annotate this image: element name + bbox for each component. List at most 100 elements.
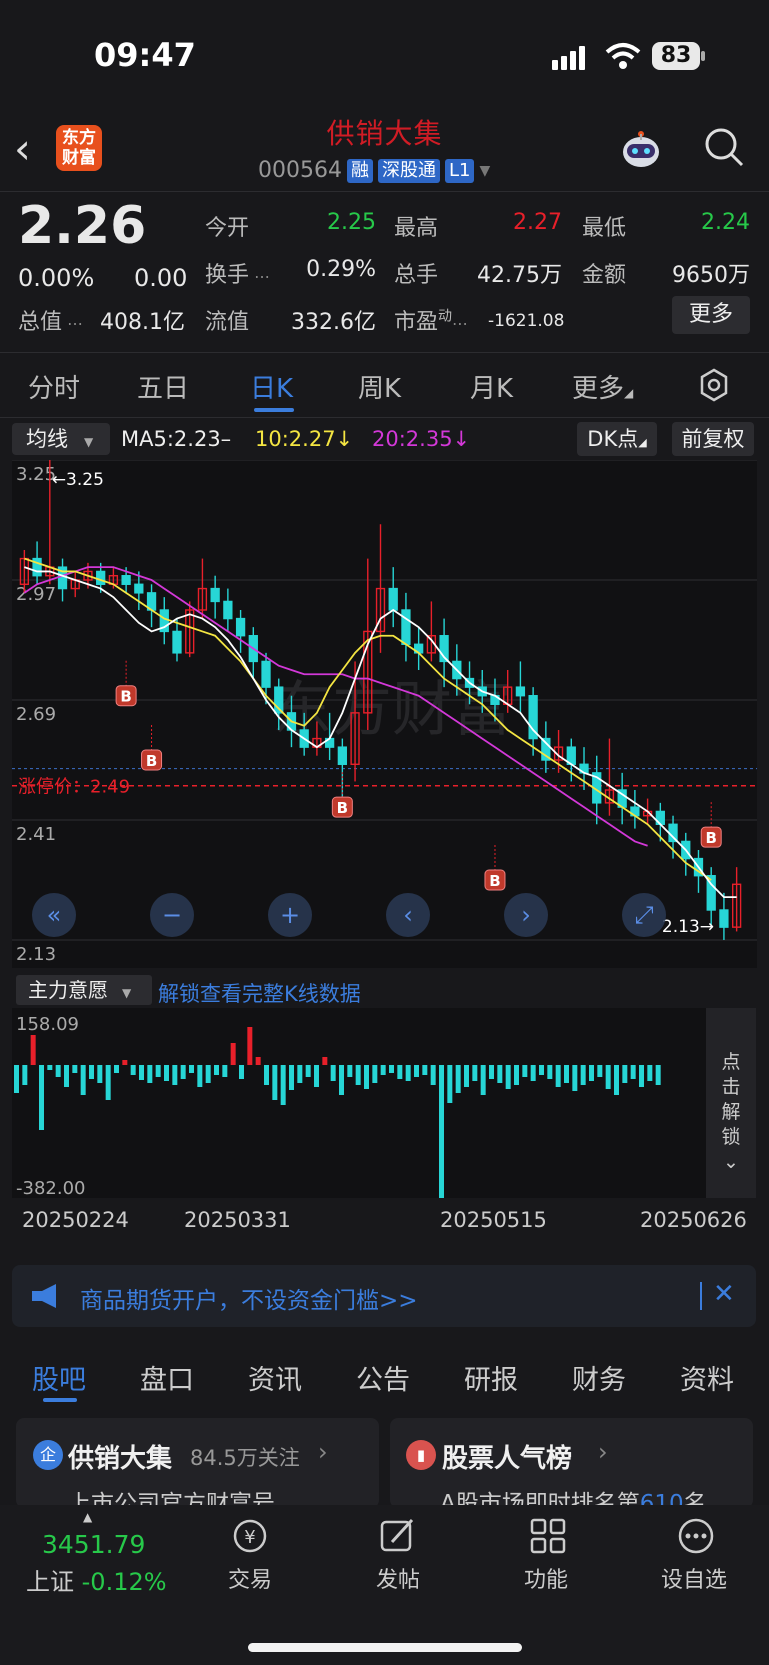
- tab-pankou[interactable]: 盘口: [140, 1358, 194, 1397]
- candle-body: [261, 660, 271, 688]
- caret-up-icon: ▲: [83, 1510, 93, 1524]
- tab-five-day[interactable]: 五日: [137, 368, 189, 405]
- indicator-bar: [522, 1065, 528, 1077]
- side-char: 击: [721, 1076, 741, 1098]
- total-value: 408.1亿: [100, 310, 185, 335]
- home-indicator: [248, 1643, 522, 1652]
- dk-point-button[interactable]: DK点◢: [577, 422, 657, 456]
- index-line[interactable]: 上证 -0.12%: [26, 1562, 167, 1597]
- indicator-bar: [605, 1065, 611, 1089]
- tag-connect: 深股通: [377, 158, 440, 183]
- candle-body: [121, 575, 131, 585]
- indicator-bar: [455, 1065, 461, 1093]
- ma10-value: 10:2.27↓: [255, 427, 354, 451]
- float-value: 332.6亿: [291, 310, 376, 335]
- indicator-bar: [230, 1043, 236, 1065]
- indicator-bar: [314, 1065, 319, 1087]
- adjust-button[interactable]: 前复权: [672, 422, 754, 456]
- tab-profile[interactable]: 资料: [680, 1358, 734, 1397]
- svg-text:¥: ¥: [244, 1527, 255, 1548]
- index-value[interactable]: 3451.79: [42, 1530, 145, 1559]
- robot-assistant-icon[interactable]: [618, 128, 664, 170]
- unlock-kline-link[interactable]: 解锁查看完整K线数据: [158, 978, 361, 1008]
- tab-monthly-k[interactable]: 月K: [470, 368, 513, 405]
- indicator-select[interactable]: 主力意愿 ▼: [16, 975, 152, 1005]
- tab-announcements[interactable]: 公告: [356, 1358, 410, 1397]
- high-label: 最高: [394, 216, 439, 241]
- indicator-bar: [389, 1065, 394, 1073]
- search-icon[interactable]: [703, 126, 745, 168]
- side-char: 解: [721, 1101, 741, 1123]
- turnover-label: 换手 ⋯: [205, 263, 271, 288]
- indicator-bar: [247, 1027, 253, 1065]
- indicator-bar: [180, 1065, 186, 1079]
- tab-guba[interactable]: 股吧: [32, 1358, 86, 1397]
- indicator-bar: [514, 1065, 519, 1085]
- date-label: 20250331: [184, 1208, 291, 1232]
- tab-weekly-k[interactable]: 周K: [358, 368, 401, 405]
- candlestick-chart[interactable]: 3.252.972.692.412.13东方财富涨停价：2.49←3.252.1…: [12, 460, 757, 968]
- chevron-right-icon: ›: [318, 1438, 328, 1466]
- y-tick-label: 2.69: [16, 704, 56, 725]
- candle-body: [401, 609, 411, 645]
- tab-news[interactable]: 资讯: [248, 1358, 302, 1397]
- candle-body: [223, 600, 233, 620]
- buy-signal-label: B: [146, 752, 157, 770]
- indicator-bar: [114, 1065, 119, 1073]
- indicator-bar: [347, 1065, 353, 1077]
- tab-more[interactable]: 更多◢: [572, 368, 633, 405]
- tag-margin: 融: [346, 158, 373, 183]
- more-dots-icon: [678, 1518, 714, 1554]
- more-button[interactable]: 更多: [672, 296, 750, 334]
- indicator-bar: [155, 1065, 161, 1077]
- tab-finance[interactable]: 财务: [572, 1358, 626, 1397]
- candle-body: [210, 587, 220, 603]
- change-value: 0.00: [134, 264, 188, 292]
- indicator-bar: [405, 1065, 411, 1081]
- indicator-bar: [497, 1065, 503, 1083]
- indicator-bar: [30, 1035, 36, 1065]
- battery-icon: 83: [652, 42, 700, 70]
- ma5-value: MA5:2.23–: [121, 427, 232, 451]
- indicator-bar: [364, 1065, 369, 1089]
- unlock-side-button[interactable]: 点 击 解 锁 ⌄: [706, 1008, 756, 1198]
- change-percent: 0.00%: [18, 264, 95, 292]
- wifi-icon: [605, 43, 641, 69]
- ad-text[interactable]: 商品期货开户，不设资金门槛>>: [80, 1281, 418, 1315]
- ma-select[interactable]: 均线 ▼: [12, 423, 110, 455]
- indicator-chart: 158.09 -382.00: [12, 1008, 706, 1198]
- indicator-bar: [255, 1057, 261, 1065]
- nav-post[interactable]: 发帖: [348, 1562, 448, 1594]
- indicator-bar: [197, 1065, 203, 1087]
- indicator-bar: [564, 1065, 569, 1083]
- indicator-bar: [397, 1065, 403, 1079]
- tab-daily-k[interactable]: 日K: [250, 368, 293, 405]
- indicator-bar: [472, 1065, 478, 1081]
- code-dropdown-icon[interactable]: ▼: [479, 163, 490, 179]
- indicator-bar: [439, 1065, 444, 1198]
- indicator-bar: [547, 1065, 553, 1079]
- settings-gear-icon[interactable]: [697, 368, 731, 402]
- close-icon[interactable]: ✕: [713, 1279, 735, 1309]
- indicator-bar: [489, 1065, 494, 1079]
- status-time: 09:47: [94, 36, 196, 74]
- nav-add-watchlist[interactable]: 设自选: [644, 1562, 744, 1594]
- open-value: 2.25: [327, 210, 376, 235]
- buy-signal-label: B: [705, 829, 716, 847]
- pe-value: -1621.08: [488, 311, 565, 331]
- candle-body: [515, 686, 526, 697]
- nav-trade[interactable]: 交易: [200, 1562, 300, 1594]
- high-value: 2.27: [513, 210, 562, 235]
- indicator-bar: [505, 1065, 511, 1089]
- indicator-bar: [414, 1065, 419, 1077]
- indicator-bar: [239, 1065, 244, 1079]
- chart-bar-icon: ▮: [406, 1440, 436, 1470]
- buy-signal-label: B: [337, 799, 348, 817]
- divider: [0, 352, 769, 353]
- nav-function[interactable]: 功能: [496, 1562, 596, 1594]
- indicator-bar: [480, 1065, 486, 1095]
- tab-intraday[interactable]: 分时: [28, 368, 80, 405]
- indicator-bar: [447, 1065, 453, 1103]
- volume-value: 42.75万: [477, 263, 562, 288]
- tab-research[interactable]: 研报: [464, 1358, 518, 1397]
